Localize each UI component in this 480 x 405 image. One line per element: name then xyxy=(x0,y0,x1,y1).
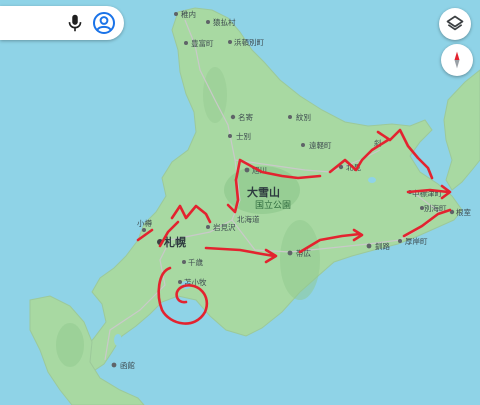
label-otaru: 小樽 xyxy=(137,218,152,228)
label-shibetsu: 士別 xyxy=(236,131,251,141)
teshio-mountains xyxy=(203,67,227,123)
label-toyotomi: 豊富町 xyxy=(191,38,214,48)
label-wakkanai: 稚内 xyxy=(181,9,196,19)
search-bar[interactable] xyxy=(0,6,124,40)
compass-icon xyxy=(454,51,460,69)
label-nemuro: 根室 xyxy=(456,207,471,217)
compass-button[interactable] xyxy=(441,44,473,76)
label-iwamizawa: 岩見沢 xyxy=(213,222,236,232)
label-akkeshi: 厚岸町 xyxy=(405,237,428,246)
label-sarufutsu: 猿払村 xyxy=(213,17,236,27)
layers-button[interactable] xyxy=(439,8,471,40)
label-hokkaido: 北海道 xyxy=(237,214,260,224)
label-hakodate: 函館 xyxy=(120,360,135,370)
lake-onuma xyxy=(114,334,122,346)
label-chitose: 千歳 xyxy=(188,257,203,267)
label-nayoro: 名寄 xyxy=(238,112,253,122)
hidaka-mountains xyxy=(280,220,320,300)
label-monbetsu: 紋別 xyxy=(296,112,311,122)
label-kushiro: 釧路 xyxy=(375,241,390,251)
label-national-park: 国立公園 xyxy=(255,199,291,211)
label-engaru: 遠軽町 xyxy=(309,140,332,150)
map-canvas[interactable]: 稚内 猿払村 豊富町 浜頓別町 名寄 紋別 士別 遠軽町 旭川 北見 斜 大雪山… xyxy=(0,0,480,405)
lake-kussharo xyxy=(368,177,376,183)
label-hamatonbetsu: 浜頓別町 xyxy=(234,37,264,47)
layers-icon xyxy=(446,15,464,31)
oshima-mountains xyxy=(56,323,84,367)
mic-icon[interactable] xyxy=(64,12,86,34)
label-daisetsuzan: 大雪山 xyxy=(247,185,280,199)
account-circle-icon[interactable] xyxy=(92,11,116,35)
